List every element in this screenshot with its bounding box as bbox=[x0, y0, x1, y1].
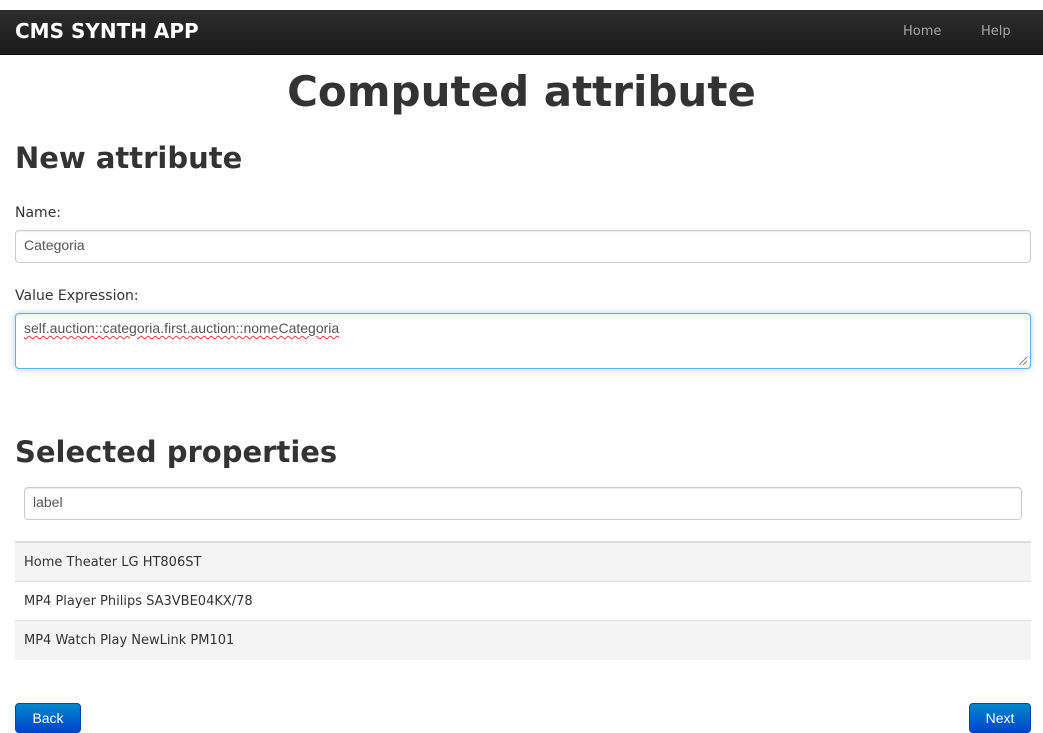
property-filter-input[interactable]: label bbox=[24, 487, 1022, 520]
value-expression-text: self.auction::categoria.first.auction::n… bbox=[24, 320, 340, 336]
next-button[interactable]: Next bbox=[969, 703, 1031, 733]
name-label: Name: bbox=[15, 205, 62, 221]
name-input-value: Categoria bbox=[24, 237, 85, 253]
list-item[interactable]: MP4 Player Philips SA3VBE04KX/78 bbox=[15, 582, 1031, 621]
selected-properties-list: Home Theater LG HT806ST MP4 Player Phili… bbox=[15, 541, 1031, 660]
navbar-bar: CMS SYNTH APP Home Help bbox=[0, 10, 1043, 55]
nav-home-link[interactable]: Home bbox=[903, 24, 941, 39]
value-expression-label: Value Expression: bbox=[15, 288, 139, 304]
name-input[interactable]: Categoria bbox=[15, 230, 1031, 263]
brand-logo[interactable]: CMS SYNTH APP bbox=[15, 19, 199, 43]
resize-grip-icon[interactable] bbox=[1019, 357, 1027, 365]
list-item[interactable]: Home Theater LG HT806ST bbox=[15, 543, 1031, 582]
list-item[interactable]: MP4 Watch Play NewLink PM101 bbox=[15, 621, 1031, 660]
property-filter-value: label bbox=[33, 494, 63, 510]
page-title: Computed attribute bbox=[287, 67, 756, 116]
selected-properties-heading: Selected properties bbox=[15, 435, 338, 469]
new-attribute-heading: New attribute bbox=[15, 141, 243, 175]
nav-help-link[interactable]: Help bbox=[981, 24, 1011, 39]
back-button[interactable]: Back bbox=[15, 703, 81, 733]
value-expression-textarea[interactable]: self.auction::categoria.first.auction::n… bbox=[15, 313, 1031, 369]
top-navbar: CMS SYNTH APP Home Help bbox=[0, 0, 1043, 64]
